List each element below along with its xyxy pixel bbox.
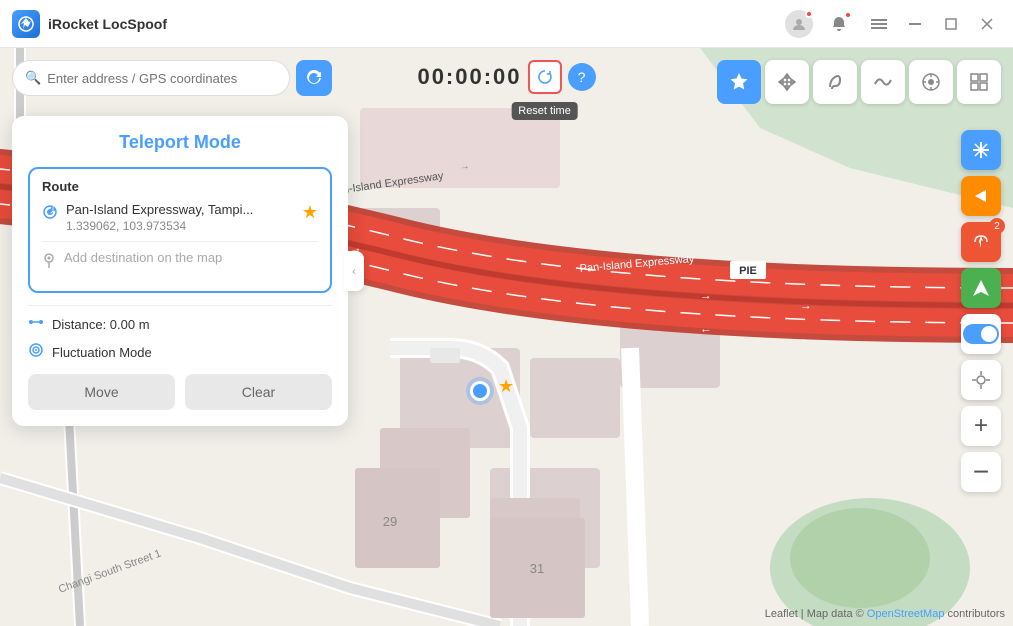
destination-row[interactable]: Add destination on the map <box>42 250 318 273</box>
favorite-button[interactable]: ★ <box>302 202 318 223</box>
move-mode-button[interactable] <box>765 60 809 104</box>
svg-text:31: 31 <box>530 561 544 576</box>
speed-badge: 2 <box>989 218 1005 234</box>
left-panel: Teleport Mode Route Pan-Island Expresswa… <box>12 116 348 426</box>
search-input-wrap[interactable]: 🔍 <box>12 60 290 96</box>
zoom-out-button[interactable]: − <box>961 452 1001 492</box>
toggle-track <box>963 324 999 344</box>
source-coords: 1.339062, 103.973534 <box>66 219 294 233</box>
star-marker: ★ <box>498 376 514 397</box>
profile-button[interactable] <box>785 10 813 38</box>
search-bar: 🔍 <box>12 60 332 96</box>
app-title: iRocket LocSpoof <box>48 16 785 32</box>
titlebar: iRocket LocSpoof <box>0 0 1013 48</box>
svg-text:→: → <box>799 298 812 313</box>
minimize-button[interactable] <box>901 10 929 38</box>
right-float-buttons: 2 + − <box>961 130 1001 492</box>
fluctuation-row[interactable]: Fluctuation Mode <box>28 342 332 362</box>
history-back-button[interactable] <box>961 176 1001 216</box>
navigation-button[interactable] <box>961 268 1001 308</box>
svg-text:→: → <box>459 161 470 173</box>
collapse-button[interactable]: ‹ <box>344 251 364 291</box>
source-text: Pan-Island Expressway, Tampi... 1.339062… <box>66 202 294 233</box>
panel-buttons: Move Clear <box>28 374 332 410</box>
attribution-text: Leaflet | Map data © <box>765 608 867 620</box>
route-mode-button[interactable] <box>813 60 857 104</box>
refresh-button[interactable] <box>296 60 332 96</box>
svg-text:→: → <box>699 288 712 303</box>
distance-icon <box>28 314 44 334</box>
history-button[interactable] <box>957 60 1001 104</box>
reset-time-button[interactable]: Reset time <box>528 60 562 94</box>
reset-tooltip: Reset time <box>511 102 578 120</box>
joystick-mode-button[interactable] <box>909 60 953 104</box>
maximize-button[interactable] <box>937 10 965 38</box>
destination-placeholder[interactable]: Add destination on the map <box>64 250 222 265</box>
menu-button[interactable] <box>865 10 893 38</box>
info-divider <box>28 305 332 306</box>
clear-button[interactable]: Clear <box>185 374 332 410</box>
search-icon: 🔍 <box>25 70 41 86</box>
search-input[interactable] <box>47 71 277 86</box>
route-divider <box>42 241 318 242</box>
toggle-button[interactable] <box>961 314 1001 354</box>
speed-settings-button[interactable]: 2 <box>961 222 1001 262</box>
svg-text:←: ← <box>799 331 812 346</box>
source-row: Pan-Island Expressway, Tampi... 1.339062… <box>42 202 318 233</box>
toggle-knob <box>981 326 997 342</box>
timer-display: 00:00:00 <box>417 64 521 90</box>
distance-row: Distance: 0.00 m <box>28 314 332 334</box>
panel-title: Teleport Mode <box>28 132 332 153</box>
map-attribution: Leaflet | Map data © OpenStreetMap contr… <box>765 608 1005 620</box>
source-icon <box>42 204 58 225</box>
close-button[interactable] <box>973 10 1001 38</box>
curve-mode-button[interactable] <box>861 60 905 104</box>
notification-dot <box>845 12 851 18</box>
notifications-button[interactable] <box>825 10 853 38</box>
fluctuation-icon <box>28 342 44 362</box>
locate-button[interactable] <box>961 360 1001 400</box>
app-logo <box>12 10 40 38</box>
freeze-button[interactable] <box>961 130 1001 170</box>
zoom-in-button[interactable]: + <box>961 406 1001 446</box>
osm-link[interactable]: OpenStreetMap <box>867 608 945 620</box>
location-marker <box>470 381 490 401</box>
help-button[interactable]: ? <box>568 63 596 91</box>
source-name: Pan-Island Expressway, Tampi... <box>66 202 294 217</box>
route-label: Route <box>42 179 318 194</box>
move-button[interactable]: Move <box>28 374 175 410</box>
svg-text:PIE: PIE <box>739 265 757 277</box>
svg-text:29: 29 <box>383 514 397 529</box>
attribution-contributors: contributors <box>948 608 1005 620</box>
fluctuation-text: Fluctuation Mode <box>52 345 152 360</box>
destination-icon <box>42 252 56 273</box>
route-box: Route Pan-Island Expressway, Tampi... 1.… <box>28 167 332 293</box>
timer-area: 00:00:00 Reset time ? <box>417 60 595 94</box>
distance-text: Distance: 0.00 m <box>52 317 150 332</box>
profile-status-dot <box>805 10 813 18</box>
svg-text:←: ← <box>699 321 712 336</box>
top-toolbar <box>717 60 1001 104</box>
window-controls <box>785 10 1001 38</box>
teleport-mode-button[interactable] <box>717 60 761 104</box>
